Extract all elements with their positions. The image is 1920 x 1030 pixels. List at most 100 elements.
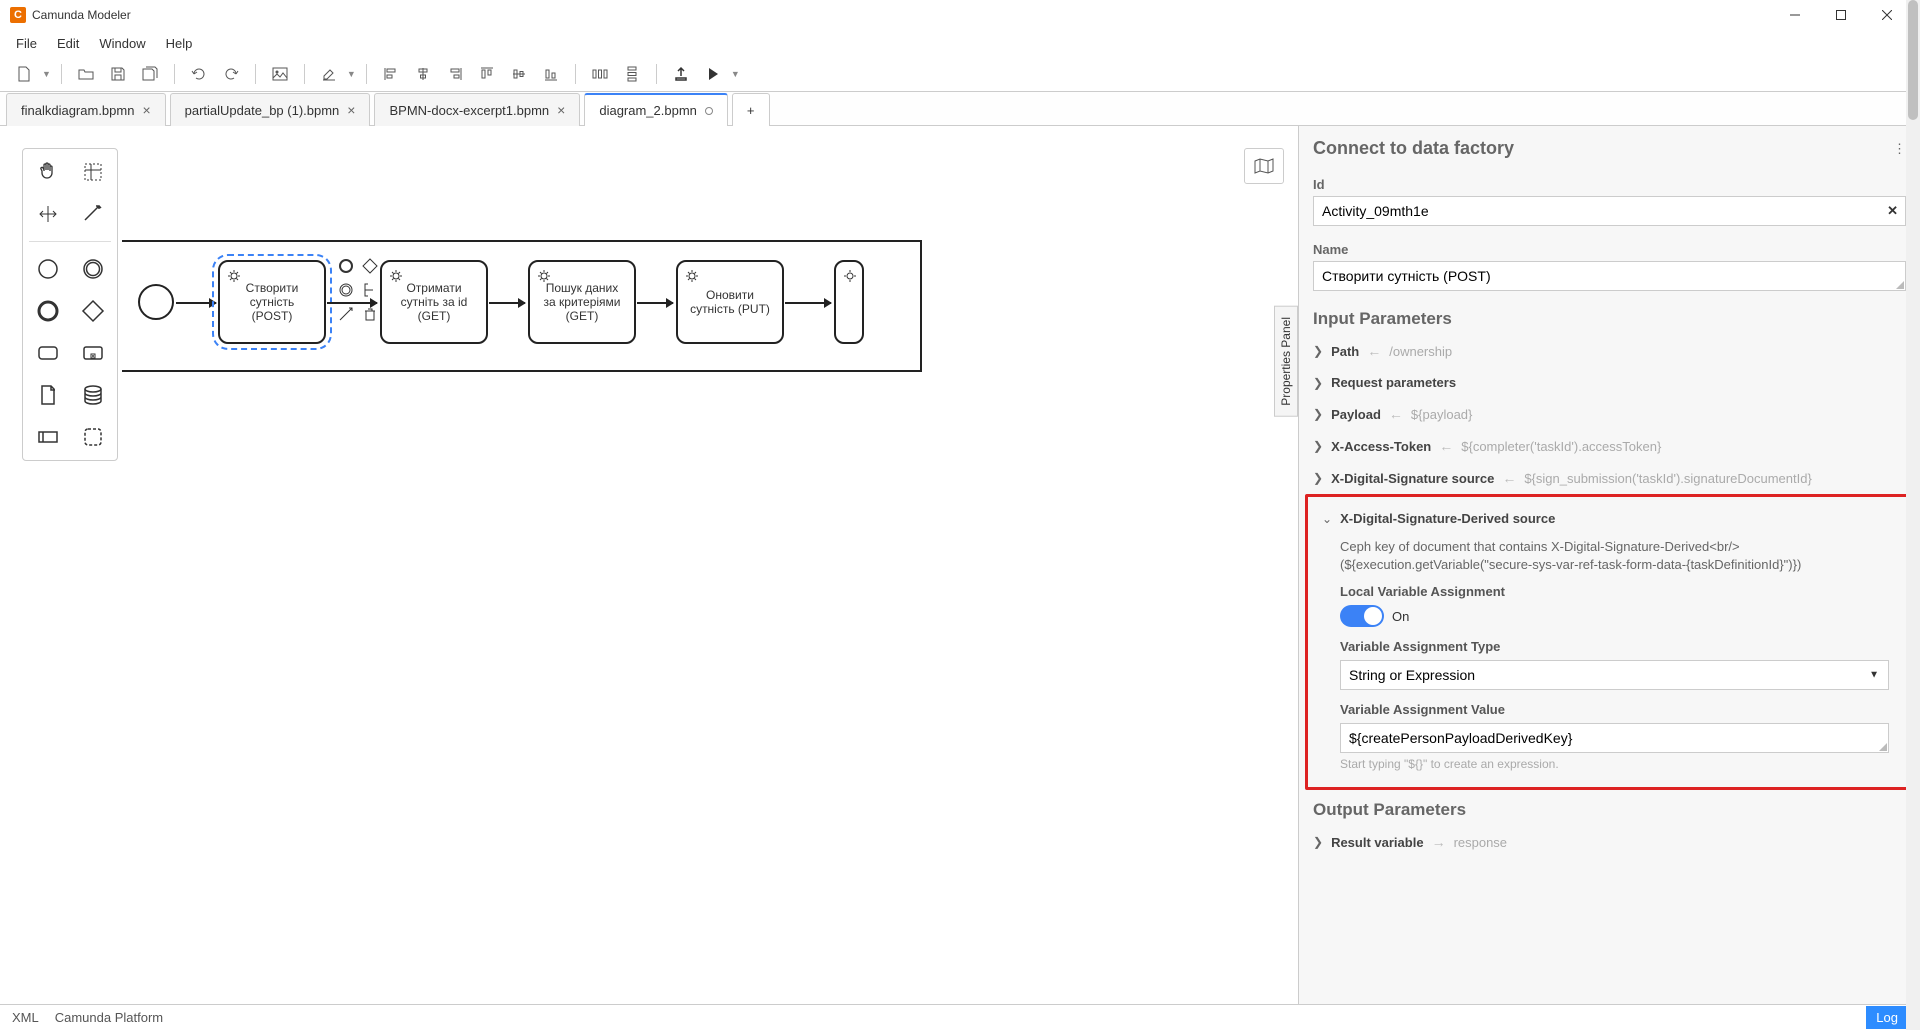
- task-node-get-by-id[interactable]: Отримати сутніть за id (GET): [380, 260, 488, 344]
- menu-edit[interactable]: Edit: [47, 32, 89, 55]
- distribute-h-button[interactable]: [586, 60, 614, 88]
- hand-tool[interactable]: [27, 155, 68, 189]
- group-tool[interactable]: [72, 420, 113, 454]
- align-bottom-button[interactable]: [537, 60, 565, 88]
- redo-button[interactable]: [217, 60, 245, 88]
- var-value-input[interactable]: [1340, 723, 1889, 753]
- arrow-icon: ←: [1367, 343, 1381, 359]
- menu-window[interactable]: Window: [89, 32, 155, 55]
- tab-close-icon[interactable]: ×: [347, 102, 355, 118]
- start-event-tool[interactable]: [27, 252, 68, 286]
- chevron-down-icon: ⌄: [1322, 512, 1332, 526]
- align-center-h-button[interactable]: [409, 60, 437, 88]
- properties-panel: Connect to data factory ⋮ Id ✕ Name Inpu…: [1298, 126, 1920, 1004]
- tab-dirty-icon: [705, 107, 713, 115]
- log-button[interactable]: Log: [1866, 1006, 1908, 1029]
- new-file-button[interactable]: [10, 60, 38, 88]
- save-all-button[interactable]: [136, 60, 164, 88]
- sequence-flow[interactable]: [327, 302, 377, 304]
- sequence-flow[interactable]: [489, 302, 525, 304]
- service-task-icon: [536, 268, 552, 287]
- canvas-area[interactable]: Properties Panel Створити сутність (POST…: [0, 126, 1298, 1004]
- minimap-toggle[interactable]: [1244, 148, 1284, 184]
- param-row-result-variable[interactable]: ❯ Result variable → response: [1299, 826, 1920, 858]
- align-right-button[interactable]: [441, 60, 469, 88]
- local-var-toggle[interactable]: [1340, 605, 1384, 627]
- global-connect-tool[interactable]: [72, 197, 113, 231]
- menu-help[interactable]: Help: [156, 32, 203, 55]
- undo-button[interactable]: [185, 60, 213, 88]
- param-row-payload[interactable]: ❯ Payload ← ${payload}: [1299, 398, 1920, 430]
- ctx-intermediate-icon[interactable]: [336, 280, 356, 300]
- ctx-gateway-icon[interactable]: [360, 256, 380, 276]
- new-tab-button[interactable]: +: [732, 93, 770, 126]
- task-node-update[interactable]: Оновити сутність (PUT): [676, 260, 784, 344]
- gateway-tool[interactable]: [72, 294, 113, 328]
- maximize-button[interactable]: [1818, 0, 1864, 30]
- tab-file-1[interactable]: partialUpdate_bp (1).bpmn ×: [170, 93, 371, 126]
- align-top-button[interactable]: [473, 60, 501, 88]
- param-row-x-digital-signature-derived[interactable]: ⌄ X-Digital-Signature-Derived source: [1316, 503, 1903, 534]
- task-label: Отримати сутніть за id (GET): [390, 281, 478, 323]
- param-row-request-params[interactable]: ❯ Request parameters: [1299, 367, 1920, 398]
- save-button[interactable]: [104, 60, 132, 88]
- sequence-flow[interactable]: [637, 302, 673, 304]
- var-type-select[interactable]: String or Expression: [1340, 660, 1889, 690]
- chevron-right-icon: ❯: [1313, 344, 1323, 358]
- align-left-button[interactable]: [377, 60, 405, 88]
- param-value: ${completer('taskId').accessToken}: [1461, 439, 1661, 454]
- align-center-v-button[interactable]: [505, 60, 533, 88]
- status-xml[interactable]: XML: [12, 1010, 39, 1025]
- properties-panel-tab[interactable]: Properties Panel: [1274, 306, 1298, 417]
- tab-file-3[interactable]: diagram_2.bpmn: [584, 93, 728, 126]
- status-platform[interactable]: Camunda Platform: [55, 1010, 163, 1025]
- ctx-annotation-icon[interactable]: [360, 280, 380, 300]
- tab-label: BPMN-docx-excerpt1.bpmn: [389, 103, 549, 118]
- tab-file-0[interactable]: finalkdiagram.bpmn ×: [6, 93, 166, 126]
- distribute-v-button[interactable]: [618, 60, 646, 88]
- tab-close-icon[interactable]: ×: [142, 102, 150, 118]
- task-tool[interactable]: [27, 336, 68, 370]
- end-event-tool[interactable]: [27, 294, 68, 328]
- tab-file-2[interactable]: BPMN-docx-excerpt1.bpmn ×: [374, 93, 580, 126]
- deploy-button[interactable]: [667, 60, 695, 88]
- chevron-right-icon: ❯: [1313, 439, 1323, 453]
- color-button[interactable]: [315, 60, 343, 88]
- app-logo-icon: C: [10, 7, 26, 23]
- run-button[interactable]: [699, 60, 727, 88]
- clear-icon[interactable]: ✕: [1887, 203, 1898, 219]
- task-node-search[interactable]: Пошук даних за критеріями (GET): [528, 260, 636, 344]
- hint-text: Start typing "${}" to create an expressi…: [1340, 757, 1889, 771]
- param-row-x-digital-signature[interactable]: ❯ X-Digital-Signature source ← ${sign_su…: [1299, 462, 1920, 494]
- param-row-path[interactable]: ❯ Path ← /ownership: [1299, 335, 1920, 367]
- param-value: /ownership: [1389, 344, 1452, 359]
- task-node-create[interactable]: Створити сутність (POST): [218, 260, 326, 344]
- scrollbar-vertical[interactable]: [1906, 126, 1920, 1004]
- param-row-x-access-token[interactable]: ❯ X-Access-Token ← ${completer('taskId')…: [1299, 430, 1920, 462]
- pool-tool[interactable]: [27, 420, 68, 454]
- id-input[interactable]: [1313, 196, 1906, 226]
- task-node-partial[interactable]: [834, 260, 864, 344]
- name-input[interactable]: [1313, 261, 1906, 291]
- minimize-button[interactable]: [1772, 0, 1818, 30]
- lasso-tool[interactable]: [72, 155, 113, 189]
- menu-file[interactable]: File: [6, 32, 47, 55]
- arrow-icon: ←: [1389, 406, 1403, 422]
- open-button[interactable]: [72, 60, 100, 88]
- sequence-flow[interactable]: [176, 302, 216, 304]
- intermediate-event-tool[interactable]: [72, 252, 113, 286]
- titlebar: C Camunda Modeler: [0, 0, 1920, 30]
- data-object-tool[interactable]: [27, 378, 68, 412]
- toggle-on-label: On: [1392, 609, 1409, 624]
- data-store-tool[interactable]: [72, 378, 113, 412]
- sequence-flow[interactable]: [785, 302, 831, 304]
- panel-menu-icon[interactable]: ⋮: [1893, 141, 1906, 157]
- space-tool[interactable]: [27, 197, 68, 231]
- start-event[interactable]: [138, 284, 174, 320]
- tab-close-icon[interactable]: ×: [557, 102, 565, 118]
- image-button[interactable]: [266, 60, 294, 88]
- ctx-connect-icon[interactable]: [336, 304, 356, 324]
- ctx-end-event-icon[interactable]: [336, 256, 356, 276]
- close-button[interactable]: [1864, 0, 1910, 30]
- subprocess-tool[interactable]: [72, 336, 113, 370]
